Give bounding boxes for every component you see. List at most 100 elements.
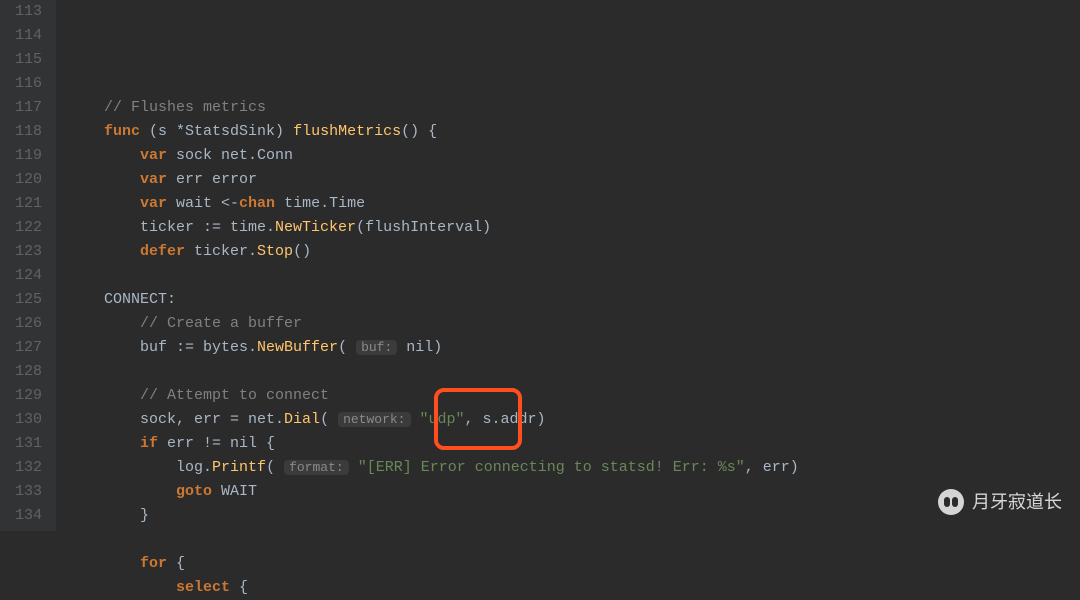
- token-ident: (s *StatsdSink): [140, 123, 293, 140]
- token-kw: select: [176, 579, 230, 596]
- code-line[interactable]: sock, err = net.Dial( network: "udp", s.…: [68, 408, 1080, 432]
- token-fn: Dial: [284, 411, 320, 428]
- code-line[interactable]: [68, 72, 1080, 96]
- token-ident: ticker := time.: [140, 219, 275, 236]
- code-editor: 1131141151161171181191201211221231241251…: [0, 0, 1080, 531]
- token-kw: goto: [176, 483, 212, 500]
- token-fn: NewTicker: [275, 219, 356, 236]
- wechat-icon: [938, 489, 964, 515]
- code-line[interactable]: // Flushes metrics: [68, 96, 1080, 120]
- line-number: 121: [8, 192, 42, 216]
- line-number: 116: [8, 72, 42, 96]
- token-ident: WAIT: [212, 483, 257, 500]
- code-line[interactable]: for {: [68, 552, 1080, 576]
- code-line[interactable]: // Create a buffer: [68, 312, 1080, 336]
- token-kw: defer: [140, 243, 185, 260]
- line-number: 113: [8, 0, 42, 24]
- token-ident: }: [140, 507, 149, 524]
- line-number: 126: [8, 312, 42, 336]
- line-number: 115: [8, 48, 42, 72]
- token-ident: err error: [167, 171, 257, 188]
- token-kw: chan: [239, 195, 275, 212]
- token-kw: for: [140, 555, 167, 572]
- token-ident: (): [293, 243, 311, 260]
- code-line[interactable]: var err error: [68, 168, 1080, 192]
- code-line[interactable]: select {: [68, 576, 1080, 600]
- token-hint: buf:: [356, 340, 397, 355]
- line-number: 132: [8, 456, 42, 480]
- code-line[interactable]: [68, 360, 1080, 384]
- code-line[interactable]: CONNECT:: [68, 288, 1080, 312]
- line-number: 125: [8, 288, 42, 312]
- line-number: 129: [8, 384, 42, 408]
- token-ident: log.: [176, 459, 212, 476]
- line-number: 133: [8, 480, 42, 504]
- line-number: 119: [8, 144, 42, 168]
- token-ident: {: [167, 555, 185, 572]
- token-str: "udp": [420, 411, 465, 428]
- token-kw: var: [140, 147, 167, 164]
- token-cmt: // Attempt to connect: [140, 387, 329, 404]
- line-number: 118: [8, 120, 42, 144]
- line-number: 114: [8, 24, 42, 48]
- line-number: 124: [8, 264, 42, 288]
- token-ident: , err): [745, 459, 799, 476]
- token-fn: Printf: [212, 459, 266, 476]
- token-fn: NewBuffer: [257, 339, 338, 356]
- line-number: 134: [8, 504, 42, 528]
- code-line[interactable]: var sock net.Conn: [68, 144, 1080, 168]
- token-fn: Stop: [257, 243, 293, 260]
- token-ident: (: [320, 411, 338, 428]
- token-ident: , s.addr): [465, 411, 546, 428]
- token-ident: () {: [401, 123, 437, 140]
- code-line[interactable]: ticker := time.NewTicker(flushInterval): [68, 216, 1080, 240]
- token-kw: func: [104, 123, 140, 140]
- code-line[interactable]: func (s *StatsdSink) flushMetrics() {: [68, 120, 1080, 144]
- line-number: 122: [8, 216, 42, 240]
- code-line[interactable]: [68, 528, 1080, 552]
- token-ident: ticker.: [185, 243, 257, 260]
- token-ident: err != nil {: [158, 435, 275, 452]
- token-ident: nil): [397, 339, 442, 356]
- token-ident: [349, 459, 358, 476]
- token-str: "[ERR] Error connecting to statsd! Err: …: [358, 459, 745, 476]
- line-number-gutter: 1131141151161171181191201211221231241251…: [0, 0, 56, 531]
- line-number: 123: [8, 240, 42, 264]
- token-ident: time.Time: [275, 195, 365, 212]
- token-ident: wait <-: [167, 195, 239, 212]
- code-line[interactable]: defer ticker.Stop(): [68, 240, 1080, 264]
- token-ident: (: [338, 339, 356, 356]
- line-number: 127: [8, 336, 42, 360]
- code-line[interactable]: buf := bytes.NewBuffer( buf: nil): [68, 336, 1080, 360]
- line-number: 117: [8, 96, 42, 120]
- token-ident: [411, 411, 420, 428]
- line-number: 130: [8, 408, 42, 432]
- code-line[interactable]: if err != nil {: [68, 432, 1080, 456]
- token-ident: (flushInterval): [356, 219, 491, 236]
- code-line[interactable]: log.Printf( format: "[ERR] Error connect…: [68, 456, 1080, 480]
- token-ident: sock, err = net.: [140, 411, 284, 428]
- code-line[interactable]: [68, 264, 1080, 288]
- token-kw: if: [140, 435, 158, 452]
- token-cmt: // Create a buffer: [140, 315, 302, 332]
- watermark-text: 月牙寂道长: [972, 490, 1062, 514]
- line-number: 120: [8, 168, 42, 192]
- token-ident: buf := bytes.: [140, 339, 257, 356]
- token-ident: CONNECT:: [104, 291, 176, 308]
- token-hint: network:: [338, 412, 410, 427]
- watermark: 月牙寂道长: [938, 489, 1062, 515]
- code-line[interactable]: // Attempt to connect: [68, 384, 1080, 408]
- code-line[interactable]: goto WAIT: [68, 480, 1080, 504]
- token-ident: (: [266, 459, 284, 476]
- token-kw: var: [140, 171, 167, 188]
- token-cmt: // Flushes metrics: [104, 99, 266, 116]
- line-number: 131: [8, 432, 42, 456]
- line-number: 128: [8, 360, 42, 384]
- token-ident: sock net.Conn: [167, 147, 293, 164]
- token-hint: format:: [284, 460, 349, 475]
- code-line[interactable]: }: [68, 504, 1080, 528]
- code-area[interactable]: // Flushes metrics func (s *StatsdSink) …: [56, 0, 1080, 531]
- token-fn: flushMetrics: [293, 123, 401, 140]
- code-line[interactable]: var wait <-chan time.Time: [68, 192, 1080, 216]
- token-kw: var: [140, 195, 167, 212]
